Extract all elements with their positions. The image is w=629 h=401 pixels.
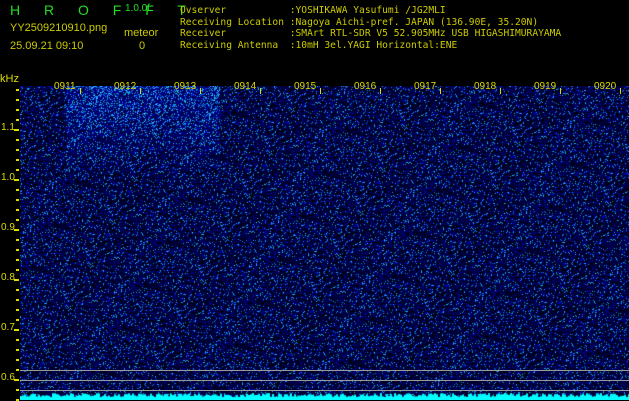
y-tick <box>16 389 19 391</box>
y-tick <box>16 209 19 211</box>
reference-line <box>20 390 629 391</box>
x-tick-label: 0911 <box>54 81 76 92</box>
receiver-line: Receiver :SMArt RTL-SDR V5 52.905MHz USB… <box>180 28 562 39</box>
y-tick <box>16 359 19 361</box>
y-tick <box>14 129 19 131</box>
meteor-label: meteor <box>124 27 159 39</box>
observer-line: Ovserver :YOSHIKAWA Yasufumi /JG2MLI <box>180 5 446 16</box>
y-tick <box>16 189 19 191</box>
meteor-count: 0 <box>139 40 146 52</box>
x-tick-label: 0915 <box>294 81 317 92</box>
version: 1.0.0f <box>125 3 151 14</box>
datetime: 25.09.21 09:10 <box>10 40 84 52</box>
y-tick <box>16 259 19 261</box>
x-tick-label: 0917 <box>414 81 437 92</box>
y-tick-label: 1.1 <box>1 122 15 133</box>
antenna-line: Receiving Antenna :10mH 3el.YAGI Horizon… <box>180 39 458 51</box>
y-tick-label: 0.7 <box>1 322 15 333</box>
x-tick <box>500 88 501 94</box>
reference-line <box>20 380 629 381</box>
y-tick <box>16 99 19 101</box>
y-tick <box>16 319 19 321</box>
station-info: Ovserver :YOSHIKAWA Yasufumi /JG2MLI Rece… <box>180 5 561 51</box>
y-tick <box>16 169 19 171</box>
x-tick <box>260 88 261 94</box>
y-tick <box>16 149 19 151</box>
y-tick <box>16 339 19 341</box>
x-tick-label: 0914 <box>234 81 257 92</box>
y-tick-label: 1.0 <box>1 172 15 183</box>
x-tick <box>560 88 561 94</box>
y-tick <box>16 89 19 91</box>
reference-line <box>20 370 629 371</box>
x-tick <box>200 88 201 94</box>
y-tick <box>16 289 19 291</box>
x-tick <box>320 88 321 94</box>
y-tick <box>16 219 19 221</box>
y-tick <box>16 199 19 201</box>
y-tick <box>14 179 19 181</box>
y-tick <box>16 239 19 241</box>
y-unit-label: kHz <box>0 73 19 85</box>
x-tick <box>440 88 441 94</box>
y-tick <box>16 369 19 371</box>
waterfall-spectrogram <box>20 86 629 400</box>
x-tick-label: 0918 <box>474 81 497 92</box>
y-tick <box>16 299 19 301</box>
x-tick-label: 0913 <box>174 81 197 92</box>
x-tick-label: 0912 <box>114 81 137 92</box>
y-tick-label: 0.9 <box>1 222 15 233</box>
y-tick <box>16 159 19 161</box>
y-tick <box>16 109 19 111</box>
y-tick <box>14 229 19 231</box>
y-tick-label: 0.8 <box>1 272 15 283</box>
y-tick <box>16 249 19 251</box>
y-tick <box>16 309 19 311</box>
y-tick-label: 0.6 <box>1 372 15 383</box>
filename: YY2509210910.png <box>10 22 108 34</box>
y-tick <box>16 269 19 271</box>
app-logo: H R O F F T <box>10 2 196 18</box>
y-tick <box>16 119 19 121</box>
x-tick <box>620 88 621 94</box>
y-tick <box>14 279 19 281</box>
x-tick <box>80 88 81 94</box>
y-tick <box>16 139 19 141</box>
x-tick <box>380 88 381 94</box>
x-tick-label: 0916 <box>354 81 377 92</box>
x-tick <box>140 88 141 94</box>
y-tick <box>14 379 19 381</box>
x-tick-label: 0919 <box>534 81 557 92</box>
y-tick <box>14 329 19 331</box>
y-tick <box>16 349 19 351</box>
location-line: Receiving Location :Nagoya Aichi-pref. J… <box>180 16 539 28</box>
x-tick-label: 0920 <box>594 81 617 92</box>
